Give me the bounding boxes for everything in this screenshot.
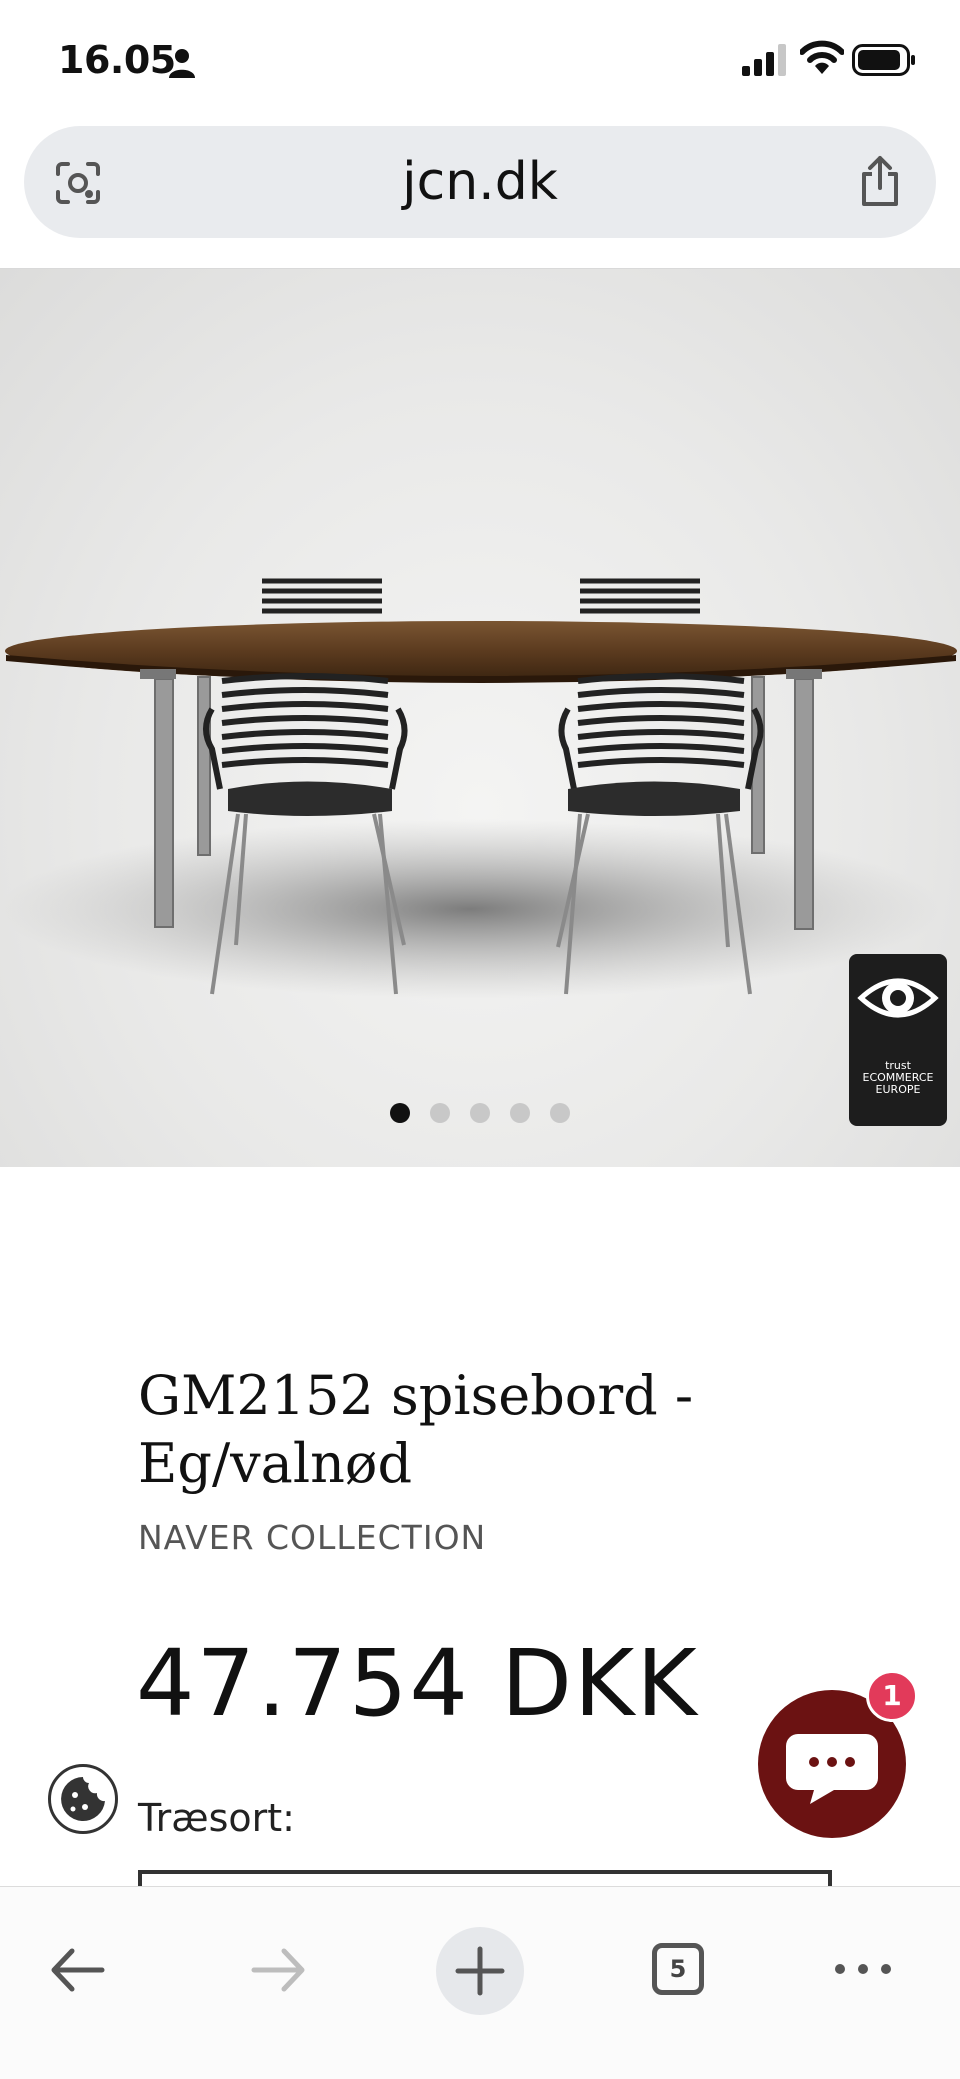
- chat-unread-badge: 1: [866, 1670, 918, 1722]
- wood-type-label: Træsort:: [138, 1796, 295, 1840]
- url-text[interactable]: jcn.dk: [24, 152, 936, 212]
- browser-toolbar: 5: [0, 1886, 960, 2079]
- pagination-dot[interactable]: [470, 1103, 490, 1123]
- status-bar: 16.05: [0, 0, 960, 120]
- pagination-dot[interactable]: [550, 1103, 570, 1123]
- person-icon: [169, 49, 195, 78]
- trust-badge[interactable]: trust ECOMMERCE EUROPE: [849, 954, 947, 1126]
- forward-arrow-icon[interactable]: [248, 1939, 310, 2001]
- product-price: 47.754 DKK: [136, 1630, 699, 1737]
- product-vendor[interactable]: NAVER COLLECTION: [138, 1518, 486, 1557]
- signal-icon: [742, 44, 786, 76]
- pagination-dot[interactable]: [430, 1103, 450, 1123]
- eye-icon: [857, 978, 939, 1018]
- more-icon[interactable]: [832, 1957, 894, 1981]
- cookie-settings-button[interactable]: [48, 1764, 118, 1834]
- product-image: [0, 578, 957, 999]
- pagination-dot[interactable]: [510, 1103, 530, 1123]
- wifi-icon: [800, 40, 844, 74]
- back-arrow-icon[interactable]: [46, 1939, 108, 2001]
- gallery-pagination[interactable]: [390, 1103, 570, 1123]
- battery-icon: [852, 44, 915, 76]
- share-icon[interactable]: [858, 154, 902, 208]
- cookie-icon: [61, 1777, 105, 1821]
- status-time: 16.05: [58, 38, 176, 82]
- new-tab-button[interactable]: [436, 1927, 524, 2015]
- address-bar[interactable]: jcn.dk: [24, 126, 936, 238]
- plus-icon: [455, 1946, 505, 1996]
- tab-switcher-button[interactable]: 5: [652, 1943, 704, 1995]
- trust-badge-text: trust ECOMMERCE EUROPE: [862, 1059, 934, 1096]
- product-image-gallery[interactable]: trust ECOMMERCE EUROPE: [0, 268, 960, 1167]
- product-title: GM2152 spisebord - Eg/valnød: [138, 1364, 694, 1495]
- pagination-dot[interactable]: [390, 1103, 410, 1123]
